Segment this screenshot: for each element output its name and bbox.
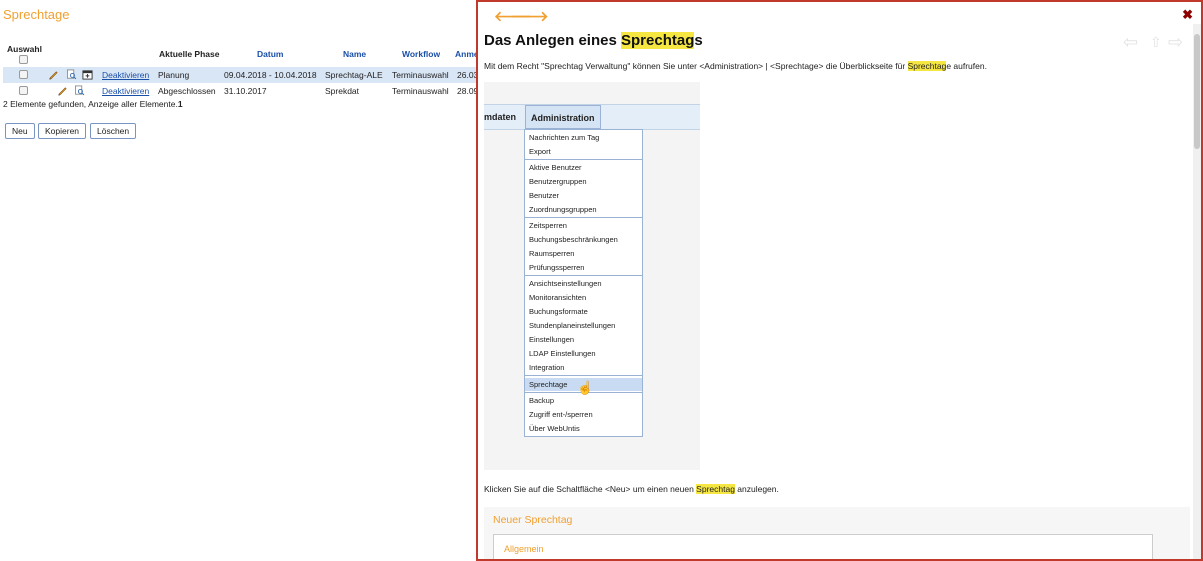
p2-suffix: anzulegen. [734,484,779,494]
cell-phase: Abgeschlossen [158,86,216,96]
tab-administration: Administration [525,105,601,129]
details-icon[interactable] [74,85,85,96]
help-title-prefix: Das Anlegen eines [484,32,621,49]
cell-name: Sprekdat [325,86,360,96]
result-count-text: 2 Elemente gefunden, Anzeige aller Eleme… [3,99,178,109]
new-sprechtag-preview: Neuer Sprechtag Allgemein [484,507,1190,559]
help-title: Das Anlegen eines Sprechtags [484,32,703,49]
new-sprechtag-title: Neuer Sprechtag [493,514,573,526]
menu-item: LDAP Einstellungen [529,349,596,358]
menu-item: Export [529,147,551,156]
menu-item: Zuordnungsgruppen [529,205,597,214]
menu-item: Über WebUntis [529,424,580,433]
menu-item: Einstellungen [529,335,575,344]
header-select: Auswahl [7,44,42,54]
menu-item: Ansichtseinstellungen [529,279,602,288]
p1-highlight: Sprechtag [907,61,947,71]
p1-suffix: e aufrufen. [946,61,987,71]
details-icon[interactable] [66,69,77,80]
up-page-icon[interactable]: ⇧ [1150,34,1162,51]
edit-pencil-icon[interactable] [48,69,59,80]
calendar-icon[interactable] [82,69,93,80]
forward-arrow-icon[interactable]: 🡒 [511,8,549,25]
cell-registration: 26.03 [457,70,476,80]
header-date[interactable]: Datum [257,49,283,59]
cell-date: 09.04.2018 - 10.04.2018 [224,70,317,80]
page-title: Sprechtage [3,7,70,22]
help-paragraph-1: Mit dem Recht "Sprechtag Verwaltung" kön… [484,61,987,71]
menu-item: Benutzer [529,191,560,200]
header-workflow[interactable]: Workflow [402,49,440,59]
table-row[interactable]: Deaktivieren Planung 09.04.2018 - 10.04.… [3,67,476,83]
menu-item: Buchungsbeschränkungen [529,235,618,244]
p1-text: Mit dem Recht "Sprechtag Verwaltung" kön… [484,61,908,71]
help-panel: 🡐 🡒 ✖ ⇦ ⇧ ⇨ Das Anlegen eines Sprechtags… [476,0,1203,561]
menu-separator [525,217,642,218]
cell-workflow: Terminauswahl [392,86,449,96]
cell-date: 31.10.2017 [224,86,267,96]
new-button[interactable]: Neu [5,123,35,139]
row-checkbox[interactable] [19,86,28,95]
header-name[interactable]: Name [343,49,366,59]
prev-page-icon[interactable]: ⇦ [1123,32,1138,53]
next-page-icon[interactable]: ⇨ [1168,32,1183,53]
deactivate-link[interactable]: Deaktivieren [102,86,149,96]
p2-text: Klicken Sie auf die Schaltfläche <Neu> u… [484,484,697,494]
select-all-checkbox[interactable] [19,55,28,64]
cell-phase: Planung [158,70,190,80]
menu-item: Prüfungssperren [529,263,585,272]
cell-name: Sprechtag-ALE [325,70,383,80]
help-title-highlight: Sprechtag [621,32,695,49]
menu-item: Aktive Benutzer [529,163,582,172]
deactivate-link[interactable]: Deaktivieren [102,70,149,80]
menu-item: Nachrichten zum Tag [529,133,600,142]
menu-item: Integration [529,363,565,372]
sprechtage-table: Auswahl Aktuelle Phase Datum Name Workfl… [3,42,476,99]
general-section-label: Allgemein [504,544,544,554]
menu-separator [525,375,642,376]
edit-pencil-icon[interactable] [57,85,68,96]
copy-button[interactable]: Kopieren [38,123,87,139]
header-registration[interactable]: Anme [455,49,476,59]
menu-screenshot: mdaten Administration Nachrichten zum Ta… [484,82,700,470]
tab-stammdaten: mdaten [484,112,517,122]
menu-item: Raumsperren [529,249,575,258]
help-scrollbar-thumb[interactable] [1194,34,1200,149]
general-section: Allgemein [493,534,1153,559]
hand-cursor-icon: ☝ [577,380,594,395]
menu-item: Monitoransichten [529,293,587,302]
result-page-number[interactable]: 1 [178,99,183,109]
screenshot-menubar: mdaten Administration [484,104,700,130]
help-title-suffix: s [694,32,703,49]
cell-registration: 28.09 [457,86,476,96]
result-count: 2 Elemente gefunden, Anzeige aller Eleme… [3,99,183,109]
menu-separator [525,159,642,160]
help-paragraph-2: Klicken Sie auf die Schaltfläche <Neu> u… [484,484,779,494]
menu-item: Benutzergruppen [529,177,587,186]
delete-button[interactable]: Löschen [90,123,137,139]
close-icon[interactable]: ✖ [1182,7,1193,23]
menu-separator [525,275,642,276]
table-row[interactable]: Deaktivieren Abgeschlossen 31.10.2017 Sp… [3,83,476,99]
menu-item: Buchungsformate [529,307,588,316]
menu-item: Stundenplaneinstellungen [529,321,616,330]
header-phase: Aktuelle Phase [159,49,220,59]
menu-item: Zeitsperren [529,221,567,230]
row-checkbox[interactable] [19,70,28,79]
menu-item: Zugriff ent-/sperren [529,410,593,419]
p2-highlight: Sprechtag [696,484,735,494]
cell-workflow: Terminauswahl [392,70,449,80]
table-header: Auswahl Aktuelle Phase Datum Name Workfl… [3,42,476,66]
